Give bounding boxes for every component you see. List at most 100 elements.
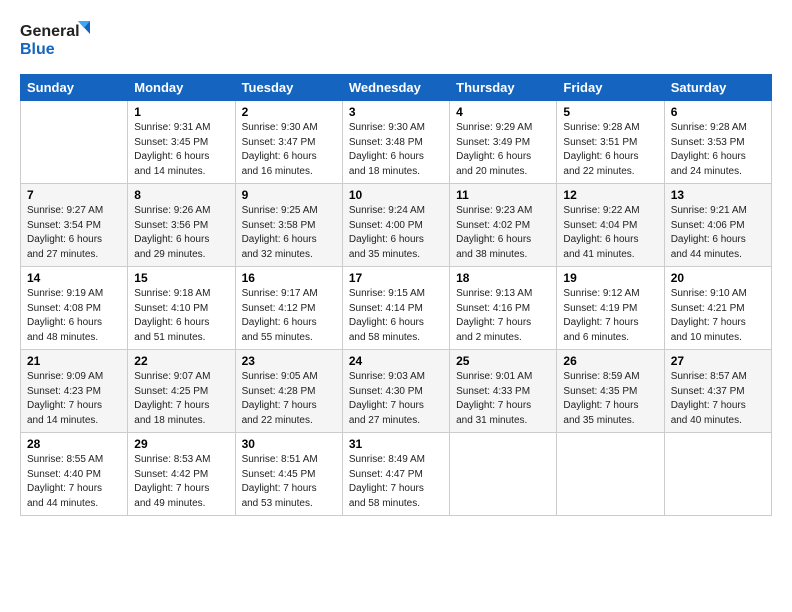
calendar-cell: 11 Sunrise: 9:23 AMSunset: 4:02 PMDayligh… bbox=[450, 184, 557, 267]
day-info: Sunrise: 9:25 AMSunset: 3:58 PMDaylight:… bbox=[242, 204, 336, 262]
calendar-week-4: 28Sunrise: 8:55 AMSunset: 4:40 PMDayligh… bbox=[21, 433, 772, 516]
day-number: 24 bbox=[349, 354, 443, 368]
calendar-cell: 14 Sunrise: 9:19 AMSunset: 4:08 PMDayligh… bbox=[21, 267, 128, 350]
calendar-cell: 2Sunrise: 9:30 AMSunset: 3:47 PMDaylight… bbox=[235, 101, 342, 184]
day-header-friday: Friday bbox=[557, 75, 664, 101]
day-info: Sunrise: 9:28 AMSunset: 3:53 PMDaylight:… bbox=[671, 121, 765, 179]
calendar-cell: 26 Sunrise: 8:59 AMSunset: 4:35 PMDayligh… bbox=[557, 350, 664, 433]
calendar-week-0: 1 Sunrise: 9:31 AMSunset: 3:45 PMDaylight… bbox=[21, 101, 772, 184]
day-info: Sunrise: 9:28 AMSunset: 3:51 PMDaylight:… bbox=[563, 121, 657, 179]
day-number: 18 bbox=[456, 271, 550, 285]
calendar-cell: 4 Sunrise: 9:29 AMSunset: 3:49 PMDaylight… bbox=[450, 101, 557, 184]
day-header-saturday: Saturday bbox=[664, 75, 771, 101]
day-number: 16 bbox=[242, 271, 336, 285]
day-number: 31 bbox=[349, 437, 443, 451]
day-info: Sunrise: 9:23 AMSunset: 4:02 PMDaylight:… bbox=[456, 204, 550, 262]
day-number: 21 bbox=[27, 354, 121, 368]
calendar-week-2: 14 Sunrise: 9:19 AMSunset: 4:08 PMDayligh… bbox=[21, 267, 772, 350]
day-header-thursday: Thursday bbox=[450, 75, 557, 101]
day-number: 17 bbox=[349, 271, 443, 285]
calendar-table: SundayMondayTuesdayWednesdayThursdayFrid… bbox=[20, 74, 772, 516]
day-number: 9 bbox=[242, 188, 336, 202]
calendar-cell: 5 Sunrise: 9:28 AMSunset: 3:51 PMDaylight… bbox=[557, 101, 664, 184]
calendar-cell bbox=[664, 433, 771, 516]
day-number: 4 bbox=[456, 105, 550, 119]
day-number: 26 bbox=[563, 354, 657, 368]
day-header-sunday: Sunday bbox=[21, 75, 128, 101]
logo: General Blue bbox=[20, 16, 90, 66]
day-number: 29 bbox=[134, 437, 228, 451]
day-info: Sunrise: 9:17 AMSunset: 4:12 PMDaylight:… bbox=[242, 287, 336, 345]
calendar-cell: 23Sunrise: 9:05 AMSunset: 4:28 PMDayligh… bbox=[235, 350, 342, 433]
calendar-cell: 10 Sunrise: 9:24 AMSunset: 4:00 PMDayligh… bbox=[342, 184, 449, 267]
calendar-cell: 18 Sunrise: 9:13 AMSunset: 4:16 PMDayligh… bbox=[450, 267, 557, 350]
page: General Blue SundayMondayTuesdayWednesda… bbox=[0, 0, 792, 612]
calendar-cell: 27Sunrise: 8:57 AMSunset: 4:37 PMDayligh… bbox=[664, 350, 771, 433]
day-number: 11 bbox=[456, 188, 550, 202]
day-info: Sunrise: 9:31 AMSunset: 3:45 PMDaylight:… bbox=[134, 121, 228, 179]
day-number: 8 bbox=[134, 188, 228, 202]
calendar-cell: 16 Sunrise: 9:17 AMSunset: 4:12 PMDayligh… bbox=[235, 267, 342, 350]
calendar-cell: 6 Sunrise: 9:28 AMSunset: 3:53 PMDaylight… bbox=[664, 101, 771, 184]
day-info: Sunrise: 9:07 AMSunset: 4:25 PMDaylight:… bbox=[134, 370, 228, 428]
calendar-cell: 28Sunrise: 8:55 AMSunset: 4:40 PMDayligh… bbox=[21, 433, 128, 516]
calendar-cell: 9 Sunrise: 9:25 AMSunset: 3:58 PMDaylight… bbox=[235, 184, 342, 267]
calendar-cell bbox=[21, 101, 128, 184]
day-info: Sunrise: 9:03 AMSunset: 4:30 PMDaylight:… bbox=[349, 370, 443, 428]
day-info: Sunrise: 9:22 AMSunset: 4:04 PMDaylight:… bbox=[563, 204, 657, 262]
day-number: 5 bbox=[563, 105, 657, 119]
day-number: 1 bbox=[134, 105, 228, 119]
calendar-cell: 20 Sunrise: 9:10 AMSunset: 4:21 PMDayligh… bbox=[664, 267, 771, 350]
day-info: Sunrise: 9:05 AMSunset: 4:28 PMDaylight:… bbox=[242, 370, 336, 428]
day-info: Sunrise: 8:53 AMSunset: 4:42 PMDaylight:… bbox=[134, 453, 228, 511]
day-info: Sunrise: 9:21 AMSunset: 4:06 PMDaylight:… bbox=[671, 204, 765, 262]
calendar-cell: 12 Sunrise: 9:22 AMSunset: 4:04 PMDayligh… bbox=[557, 184, 664, 267]
day-info: Sunrise: 9:30 AMSunset: 3:47 PMDaylight:… bbox=[242, 121, 336, 179]
calendar-cell: 29 Sunrise: 8:53 AMSunset: 4:42 PMDayligh… bbox=[128, 433, 235, 516]
day-number: 10 bbox=[349, 188, 443, 202]
day-info: Sunrise: 8:49 AMSunset: 4:47 PMDaylight:… bbox=[349, 453, 443, 511]
day-info: Sunrise: 9:24 AMSunset: 4:00 PMDaylight:… bbox=[349, 204, 443, 262]
header: General Blue bbox=[20, 16, 772, 66]
calendar-cell bbox=[450, 433, 557, 516]
calendar-week-3: 21 Sunrise: 9:09 AMSunset: 4:23 PMDayligh… bbox=[21, 350, 772, 433]
day-number: 19 bbox=[563, 271, 657, 285]
day-info: Sunrise: 9:12 AMSunset: 4:19 PMDaylight:… bbox=[563, 287, 657, 345]
day-info: Sunrise: 9:10 AMSunset: 4:21 PMDaylight:… bbox=[671, 287, 765, 345]
day-info: Sunrise: 9:18 AMSunset: 4:10 PMDaylight:… bbox=[134, 287, 228, 345]
day-info: Sunrise: 9:01 AMSunset: 4:33 PMDaylight:… bbox=[456, 370, 550, 428]
svg-text:General: General bbox=[20, 23, 80, 40]
day-number: 12 bbox=[563, 188, 657, 202]
day-info: Sunrise: 9:29 AMSunset: 3:49 PMDaylight:… bbox=[456, 121, 550, 179]
day-number: 15 bbox=[134, 271, 228, 285]
day-number: 14 bbox=[27, 271, 121, 285]
calendar-cell: 25Sunrise: 9:01 AMSunset: 4:33 PMDayligh… bbox=[450, 350, 557, 433]
day-info: Sunrise: 9:09 AMSunset: 4:23 PMDaylight:… bbox=[27, 370, 121, 428]
day-info: Sunrise: 8:59 AMSunset: 4:35 PMDaylight:… bbox=[563, 370, 657, 428]
day-number: 3 bbox=[349, 105, 443, 119]
calendar-cell: 13 Sunrise: 9:21 AMSunset: 4:06 PMDayligh… bbox=[664, 184, 771, 267]
day-info: Sunrise: 9:26 AMSunset: 3:56 PMDaylight:… bbox=[134, 204, 228, 262]
day-number: 6 bbox=[671, 105, 765, 119]
day-number: 13 bbox=[671, 188, 765, 202]
calendar-cell: 22 Sunrise: 9:07 AMSunset: 4:25 PMDayligh… bbox=[128, 350, 235, 433]
day-info: Sunrise: 9:13 AMSunset: 4:16 PMDaylight:… bbox=[456, 287, 550, 345]
calendar-cell: 30 Sunrise: 8:51 AMSunset: 4:45 PMDayligh… bbox=[235, 433, 342, 516]
calendar-cell: 7Sunrise: 9:27 AMSunset: 3:54 PMDaylight… bbox=[21, 184, 128, 267]
day-info: Sunrise: 9:19 AMSunset: 4:08 PMDaylight:… bbox=[27, 287, 121, 345]
calendar-cell: 24 Sunrise: 9:03 AMSunset: 4:30 PMDayligh… bbox=[342, 350, 449, 433]
day-number: 20 bbox=[671, 271, 765, 285]
calendar-cell: 3Sunrise: 9:30 AMSunset: 3:48 PMDaylight… bbox=[342, 101, 449, 184]
calendar-week-1: 7Sunrise: 9:27 AMSunset: 3:54 PMDaylight… bbox=[21, 184, 772, 267]
day-number: 30 bbox=[242, 437, 336, 451]
day-header-tuesday: Tuesday bbox=[235, 75, 342, 101]
day-info: Sunrise: 8:51 AMSunset: 4:45 PMDaylight:… bbox=[242, 453, 336, 511]
day-number: 22 bbox=[134, 354, 228, 368]
calendar-header-row: SundayMondayTuesdayWednesdayThursdayFrid… bbox=[21, 75, 772, 101]
day-number: 27 bbox=[671, 354, 765, 368]
calendar-cell bbox=[557, 433, 664, 516]
calendar-cell: 15 Sunrise: 9:18 AMSunset: 4:10 PMDayligh… bbox=[128, 267, 235, 350]
day-info: Sunrise: 9:15 AMSunset: 4:14 PMDaylight:… bbox=[349, 287, 443, 345]
day-number: 7 bbox=[27, 188, 121, 202]
calendar-cell: 8 Sunrise: 9:26 AMSunset: 3:56 PMDaylight… bbox=[128, 184, 235, 267]
